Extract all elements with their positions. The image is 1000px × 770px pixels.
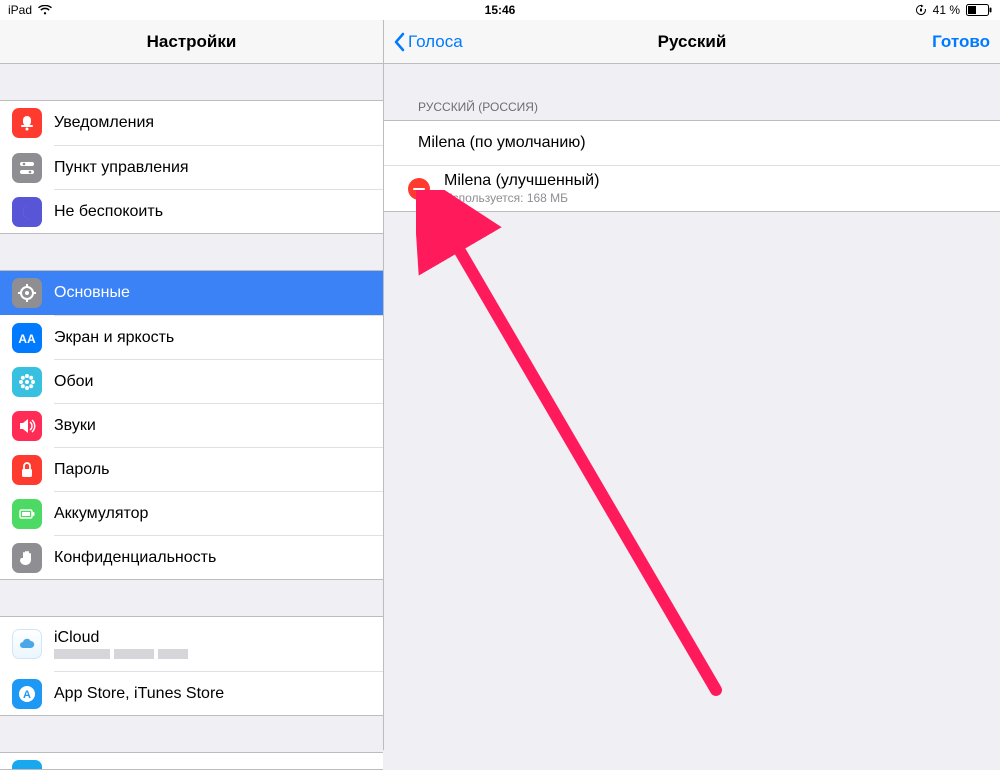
voice-row-enhanced[interactable]: Milena (улучшенный) Используется: 168 МБ xyxy=(384,165,1000,211)
label: Пароль xyxy=(54,461,383,479)
sidebar-group: Уведомления Пункт управления Не беспокои… xyxy=(0,100,383,234)
hand-icon xyxy=(12,543,42,573)
sidebar-item-passcode[interactable]: Пароль xyxy=(54,447,383,491)
device-label: iPad xyxy=(8,3,32,17)
done-label: Готово xyxy=(932,32,990,52)
sidebar-item-dnd[interactable]: Не беспокоить xyxy=(54,189,383,233)
battery-icon xyxy=(12,499,42,529)
voice-subtitle: Используется: 168 МБ xyxy=(444,191,599,205)
detail-navbar: Голоса Русский Готово xyxy=(384,20,1000,64)
sidebar-item-icloud[interactable]: iCloud xyxy=(0,617,383,671)
clock: 15:46 xyxy=(485,3,516,17)
sidebar-title: Настройки xyxy=(0,32,383,52)
label: Уведомления xyxy=(54,114,383,132)
sidebar-item-control-center[interactable]: Пункт управления xyxy=(54,145,383,189)
sidebar-item-display[interactable]: AA Экран и яркость xyxy=(54,315,383,359)
chevron-left-icon xyxy=(394,32,406,52)
back-label: Голоса xyxy=(408,32,463,52)
label: Не беспокоить xyxy=(54,203,383,221)
label: Пункт управления xyxy=(54,159,383,177)
label: App Store, iTunes Store xyxy=(54,685,383,703)
voice-row-default[interactable]: Milena (по умолчанию) xyxy=(384,121,1000,165)
voice-section: РУССКИЙ (РОССИЯ) Milena (по умолчанию) M… xyxy=(384,100,1000,212)
section-header: РУССКИЙ (РОССИЯ) xyxy=(384,100,1000,120)
rotation-lock-icon xyxy=(915,4,927,16)
back-button[interactable]: Голоса xyxy=(384,32,473,52)
sidebar-item-wallpaper[interactable]: Обои xyxy=(54,359,383,403)
detail-pane: Голоса Русский Готово РУССКИЙ (РОССИЯ) M… xyxy=(384,20,1000,750)
detail-title: Русский xyxy=(384,32,1000,52)
wifi-icon xyxy=(38,5,52,15)
settings-sidebar: Настройки Уведомления Пункт управления Н… xyxy=(0,20,384,750)
label: Экран и яркость xyxy=(54,329,383,347)
label: Аккумулятор xyxy=(54,505,383,523)
battery-percent: 41 % xyxy=(933,3,960,17)
speaker-icon xyxy=(12,411,42,441)
appstore-icon: A xyxy=(12,679,42,709)
toggles-icon xyxy=(12,153,42,183)
battery-icon xyxy=(966,4,992,16)
svg-text:A: A xyxy=(23,689,31,701)
app-icon xyxy=(12,760,42,770)
sidebar-group: iCloud A App Store, iTunes Store xyxy=(0,616,383,716)
svg-text:AA: AA xyxy=(18,332,36,346)
sidebar-item-appstore[interactable]: A App Store, iTunes Store xyxy=(54,671,383,715)
lock-icon xyxy=(12,455,42,485)
done-button[interactable]: Готово xyxy=(922,32,1000,52)
sidebar-group-peek xyxy=(0,752,383,770)
label: Основные xyxy=(54,284,383,302)
icloud-account-redacted xyxy=(54,649,188,659)
cloud-icon xyxy=(12,629,42,659)
sidebar-item-battery[interactable]: Аккумулятор xyxy=(54,491,383,535)
label: iCloud xyxy=(54,629,188,647)
voice-title: Milena (улучшенный) xyxy=(444,172,599,190)
delete-minus-icon[interactable] xyxy=(408,178,430,200)
sidebar-group: Основные AA Экран и яркость Обои Звуки П… xyxy=(0,270,383,580)
flower-icon xyxy=(12,367,42,397)
sidebar-item-notifications[interactable]: Уведомления xyxy=(0,101,383,145)
sidebar-item-privacy[interactable]: Конфиденциальность xyxy=(54,535,383,579)
label: Обои xyxy=(54,373,383,391)
sidebar-item-general[interactable]: Основные xyxy=(0,271,383,315)
voice-list: Milena (по умолчанию) Milena (улучшенный… xyxy=(384,120,1000,212)
voice-title: Milena (по умолчанию) xyxy=(418,134,586,152)
label: Звуки xyxy=(54,417,383,435)
sidebar-item-peek[interactable] xyxy=(0,753,383,770)
sidebar-navbar: Настройки xyxy=(0,20,383,64)
aa-icon: AA xyxy=(12,323,42,353)
bell-icon xyxy=(12,108,42,138)
label: Конфиденциальность xyxy=(54,549,383,567)
status-bar: iPad 15:46 41 % xyxy=(0,0,1000,20)
sidebar-item-sounds[interactable]: Звуки xyxy=(54,403,383,447)
moon-icon xyxy=(12,197,42,227)
gear-icon xyxy=(12,278,42,308)
